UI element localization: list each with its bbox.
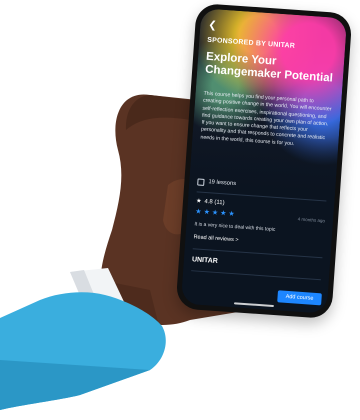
provider-name: UNITAR [191, 256, 219, 266]
add-course-button[interactable]: Add course [277, 290, 322, 306]
home-indicator [233, 302, 274, 308]
review-text: It is a very nice to deal with this topi… [194, 221, 276, 233]
rating-summary: ★ 4.8 (11) [196, 198, 225, 206]
chevron-left-icon[interactable]: ❮ [208, 20, 219, 32]
star-icon: ★ [228, 210, 235, 219]
star-icon: ★ [211, 209, 219, 217]
star-icon: ★ [203, 208, 211, 217]
review-time: 4 months ago [297, 216, 326, 224]
course-description: This course helps you find your personal… [200, 90, 332, 147]
star-icon: ★ [195, 198, 202, 205]
lessons-label: 19 lessons [208, 179, 237, 188]
divider [191, 270, 321, 281]
course-screen: ❮ SPONSORED BY UNITAR Explore Your Chang… [180, 8, 348, 314]
read-all-reviews-link[interactable]: Read all reviews > [193, 234, 323, 249]
star-icon: ★ [219, 210, 227, 218]
scene: ❮ SPONSORED BY UNITAR Explore Your Chang… [0, 0, 360, 420]
phone: ❮ SPONSORED BY UNITAR Explore Your Chang… [175, 2, 353, 320]
list-icon [197, 177, 205, 186]
star-icon: ★ [195, 208, 202, 216]
rating-value: 4.8 (11) [204, 198, 225, 207]
